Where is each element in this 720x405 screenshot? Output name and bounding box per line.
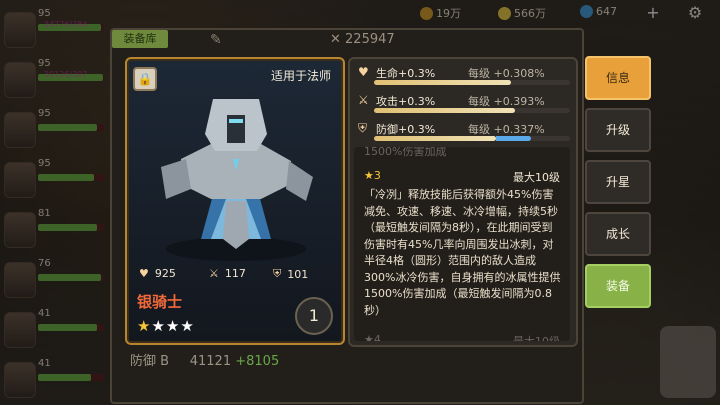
tab-3[interactable]: 升星 [585, 160, 651, 204]
star-rating: ★★★★ [137, 317, 195, 335]
defense-value: 101 [287, 267, 309, 281]
attribute-row: ⛨ 防御+0.3% 每级 +0.337% [358, 121, 570, 143]
silver-knight-illustration [161, 99, 313, 261]
sword-icon: ⚔ [209, 267, 219, 280]
attribute-row: ♥ 生命+0.3% 每级 +0.308% [358, 65, 570, 87]
pencil-icon: ✎ [210, 32, 222, 48]
equipment-card: 🔒 适用于法师 ♥ 925 ⚔ 117 ⛨ 101 银骑士 ★★★★ 1 [125, 57, 345, 345]
attribute-row: ⚔ 攻击+0.3% 每级 +0.393% [358, 93, 570, 115]
lock-icon[interactable]: 🔒 [133, 67, 157, 91]
tab-4[interactable]: 成长 [585, 212, 651, 256]
sword-icon: ⚔ [358, 93, 369, 107]
star-icon: ★ [165, 317, 181, 335]
attribute-per-level: 每级 +0.393% [468, 95, 545, 108]
shield-icon: ⛨ [273, 267, 282, 280]
tab-2[interactable]: 升级 [585, 108, 651, 152]
hp-value: 925 [154, 267, 176, 280]
attack-stat: ⚔ 117 [209, 267, 246, 280]
attribute-name: 防御+0.3% [376, 123, 436, 136]
panel-title: 装备库 [112, 30, 168, 48]
attack-value: 117 [224, 267, 246, 280]
skill-star-level: ★3 [364, 169, 381, 182]
bottom-defense-value: 41121 [189, 354, 232, 369]
star-icon: ★ [180, 317, 195, 335]
attribute-per-level: 每级 +0.308% [468, 67, 545, 80]
heart-icon: ♥ [139, 267, 149, 280]
power-value: ✕ 225947 [330, 32, 395, 47]
shield-icon: ⛨ [358, 121, 368, 135]
previous-skill-tail: 1500%伤害加成 [364, 147, 447, 158]
attribute-name: 生命+0.3% [376, 67, 436, 80]
hp-stat: ♥ 925 [139, 267, 176, 280]
skill-description-box[interactable]: 1500%伤害加成 ★3 最大10级 「冷冽」释放技能后获得额外45%伤害减免、… [354, 147, 570, 341]
heart-icon: ♥ [358, 65, 369, 79]
skill-header: ★3 最大10级 [364, 169, 560, 184]
next-skill-max-level: 最大10级 [513, 333, 560, 341]
attribute-panel: ♥ 生命+0.3% 每级 +0.308% ⚔ 攻击+0.3% 每级 +0.393% ⛨ 防御+… [348, 57, 578, 347]
tab-5[interactable]: 装备 [585, 264, 651, 308]
defense-stat: ⛨ 101 [273, 267, 308, 281]
skill-max-level: 最大10级 [513, 171, 560, 184]
class-tag: 适用于法师 [270, 69, 331, 83]
count-badge: 1 [295, 297, 333, 335]
attribute-bar [374, 108, 570, 113]
next-skill-header: ★4 最大10级 [364, 333, 560, 341]
attribute-per-level: 每级 +0.337% [468, 123, 545, 136]
card-stats: ♥ 925 ⚔ 117 ⛨ 101 [135, 267, 335, 285]
character-portrait [660, 326, 716, 398]
star-icon: ★ [151, 317, 166, 335]
bottom-defense-info: 防御 B 41121 +8105 [130, 350, 279, 369]
attribute-bar [374, 136, 570, 141]
skill-description: 「冷冽」释放技能后获得额外45%伤害减免、攻速、移速、冰冷增幅，持续5秒（最短触… [364, 188, 561, 317]
tab-1[interactable]: 信息 [585, 56, 651, 100]
star-icon: ★ [137, 317, 152, 335]
bottom-defense-label: 防御 B [130, 354, 170, 369]
equipment-name: 银骑士 [137, 293, 183, 311]
attribute-name: 攻击+0.3% [376, 95, 436, 108]
attribute-bar [374, 80, 570, 85]
next-skill-star-level: ★4 [364, 333, 381, 341]
power-number: 225947 [345, 32, 395, 47]
bottom-defense-delta: +8105 [235, 354, 280, 369]
